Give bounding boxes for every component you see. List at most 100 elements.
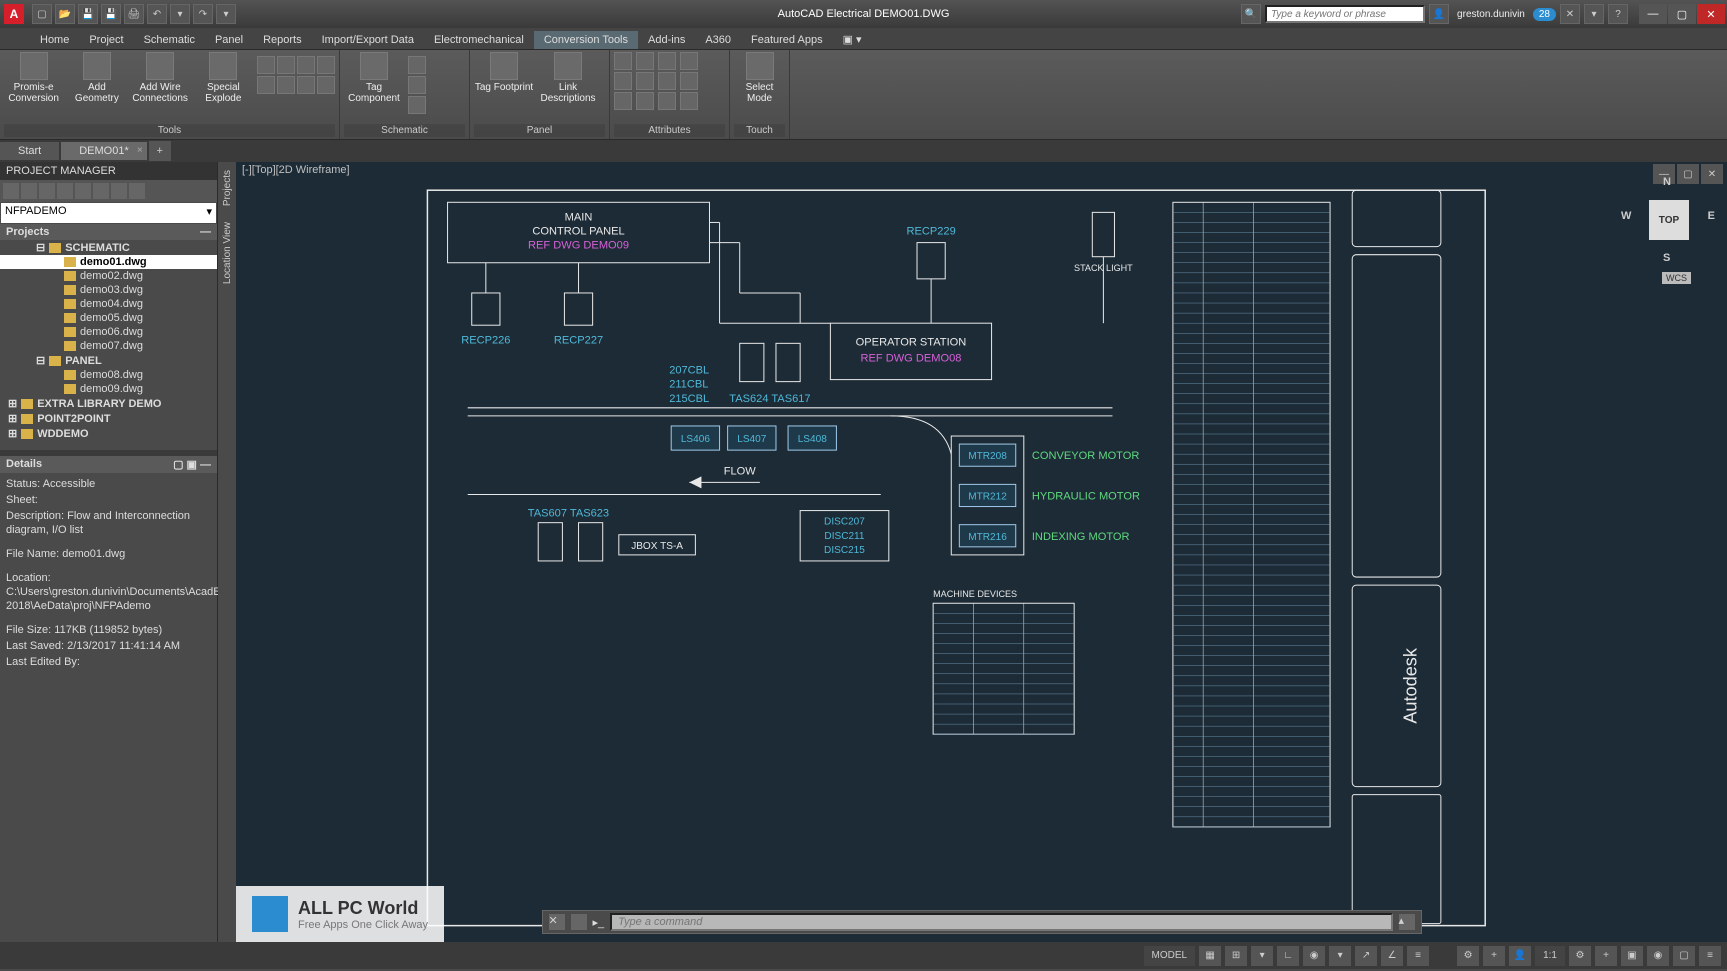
- add-wire-connections-button[interactable]: Add Wire Connections: [131, 52, 190, 104]
- pm-new-icon[interactable]: [3, 183, 19, 199]
- status-customize-icon[interactable]: ≡: [1699, 946, 1721, 966]
- tools-sm-1[interactable]: [257, 56, 275, 74]
- tab-reports[interactable]: Reports: [253, 31, 312, 49]
- infocenter-search-icon[interactable]: 🔍: [1241, 4, 1261, 24]
- status-ortho-icon[interactable]: ∟: [1277, 946, 1299, 966]
- doctab-close-icon[interactable]: ×: [137, 145, 143, 156]
- tree-file-demo02[interactable]: demo02.dwg: [0, 269, 217, 283]
- status-scale[interactable]: 1:1: [1535, 946, 1565, 966]
- qat-undo-icon[interactable]: ↶: [147, 4, 167, 24]
- cmd-close-icon[interactable]: ✕: [549, 914, 565, 930]
- attr-sm-6[interactable]: [636, 72, 654, 90]
- attr-sm-4[interactable]: [680, 52, 698, 70]
- status-lwt-icon[interactable]: ≡: [1407, 946, 1429, 966]
- stayconnected-icon[interactable]: ▾: [1584, 4, 1604, 24]
- maximize-button[interactable]: ▢: [1668, 4, 1696, 24]
- ribbon-expand-icon[interactable]: ▣ ▾: [833, 30, 872, 49]
- special-explode-button[interactable]: Special Explode: [194, 52, 253, 104]
- tree-file-demo04[interactable]: demo04.dwg: [0, 297, 217, 311]
- pm-tree[interactable]: ⊟ SCHEMATIC demo01.dwg demo02.dwg demo03…: [0, 240, 217, 450]
- attr-sm-5[interactable]: [614, 72, 632, 90]
- add-geometry-button[interactable]: Add Geometry: [67, 52, 126, 104]
- tree-file-demo01[interactable]: demo01.dwg: [0, 255, 217, 269]
- command-input[interactable]: [610, 913, 1392, 931]
- tag-footprint-button[interactable]: Tag Footprint: [474, 52, 534, 93]
- user-name[interactable]: greston.dunivin: [1453, 9, 1529, 20]
- help-icon[interactable]: ?: [1608, 4, 1628, 24]
- status-annomonitor-icon[interactable]: +: [1483, 946, 1505, 966]
- attr-sm-7[interactable]: [658, 72, 676, 90]
- tree-file-demo03[interactable]: demo03.dwg: [0, 283, 217, 297]
- app-icon[interactable]: A: [4, 4, 24, 24]
- schem-sm-3[interactable]: [408, 96, 426, 114]
- cube-e[interactable]: E: [1708, 210, 1715, 222]
- pm-zip-icon[interactable]: [75, 183, 91, 199]
- status-annoscale-icon[interactable]: 👤: [1509, 946, 1531, 966]
- doctab-demo01[interactable]: DEMO01*×: [61, 142, 147, 160]
- view-cube[interactable]: N S E W TOP: [1629, 180, 1709, 260]
- tree-extra-library[interactable]: ⊞ EXTRA LIBRARY DEMO: [0, 396, 217, 411]
- status-ws-icon[interactable]: ⚙: [1457, 946, 1479, 966]
- schem-sm-1[interactable]: [408, 56, 426, 74]
- status-snap-icon[interactable]: ⊞: [1225, 946, 1247, 966]
- status-hwaccel-icon[interactable]: ◉: [1647, 946, 1669, 966]
- signin-icon[interactable]: 👤: [1429, 4, 1449, 24]
- tools-sm-8[interactable]: [317, 76, 335, 94]
- status-isoviews-icon[interactable]: ▣: [1621, 946, 1643, 966]
- close-button[interactable]: ✕: [1697, 4, 1725, 24]
- pm-help-icon[interactable]: [129, 183, 145, 199]
- status-osnap-icon[interactable]: ▾: [1329, 946, 1351, 966]
- attr-sm-1[interactable]: [614, 52, 632, 70]
- attr-sm-9[interactable]: [614, 92, 632, 110]
- promise-conversion-button[interactable]: Promis-e Conversion: [4, 52, 63, 104]
- cube-w[interactable]: W: [1621, 210, 1631, 222]
- tree-point2point[interactable]: ⊞ POINT2POINT: [0, 411, 217, 426]
- attr-sm-3[interactable]: [658, 52, 676, 70]
- sidetab-location[interactable]: Location View: [222, 214, 233, 292]
- tab-schematic[interactable]: Schematic: [134, 31, 205, 49]
- pm-refresh-icon[interactable]: [39, 183, 55, 199]
- tab-conversiontools[interactable]: Conversion Tools: [534, 31, 638, 49]
- tools-sm-7[interactable]: [297, 76, 315, 94]
- pm-project-combo[interactable]: NFPADEMO▾: [1, 203, 216, 223]
- qat-redo-dd-icon[interactable]: ▾: [216, 4, 236, 24]
- exchange-icon[interactable]: ✕: [1560, 4, 1580, 24]
- attr-sm-8[interactable]: [680, 72, 698, 90]
- qat-saveall-icon[interactable]: 💾: [101, 4, 121, 24]
- tab-addins[interactable]: Add-ins: [638, 31, 695, 49]
- attr-sm-2[interactable]: [636, 52, 654, 70]
- wcs-badge[interactable]: WCS: [1662, 272, 1691, 284]
- tree-wddemo[interactable]: ⊞ WDDEMO: [0, 426, 217, 441]
- tab-project[interactable]: Project: [79, 31, 133, 49]
- schem-sm-2[interactable]: [408, 76, 426, 94]
- infocenter-search-input[interactable]: [1265, 5, 1425, 23]
- status-layout-icon[interactable]: ▾: [1251, 946, 1273, 966]
- status-gear-icon[interactable]: ⚙: [1569, 946, 1591, 966]
- tab-featuredapps[interactable]: Featured Apps: [741, 31, 833, 49]
- doctab-start[interactable]: Start: [0, 142, 59, 160]
- cmd-customize-icon[interactable]: [571, 914, 587, 930]
- select-mode-button[interactable]: Select Mode: [734, 52, 785, 104]
- cube-n[interactable]: N: [1663, 176, 1671, 188]
- qat-redo-icon[interactable]: ↷: [193, 4, 213, 24]
- tab-a360[interactable]: A360: [695, 31, 741, 49]
- pm-plot-icon[interactable]: [57, 183, 73, 199]
- qat-open-icon[interactable]: 📂: [55, 4, 75, 24]
- notification-badge[interactable]: 28: [1533, 8, 1556, 21]
- tab-panel[interactable]: Panel: [205, 31, 253, 49]
- qat-save-icon[interactable]: 💾: [78, 4, 98, 24]
- cmd-recent-icon[interactable]: ▴: [1399, 914, 1415, 930]
- status-polar-icon[interactable]: ◉: [1303, 946, 1325, 966]
- qat-undo-dd-icon[interactable]: ▾: [170, 4, 190, 24]
- status-plus-icon[interactable]: +: [1595, 946, 1617, 966]
- sidetab-projects[interactable]: Projects: [222, 162, 233, 214]
- tools-sm-4[interactable]: [317, 56, 335, 74]
- qat-plot-icon[interactable]: 🖨: [124, 4, 144, 24]
- pm-open-icon[interactable]: [21, 183, 37, 199]
- tree-file-demo07[interactable]: demo07.dwg: [0, 339, 217, 353]
- status-model[interactable]: MODEL: [1144, 946, 1196, 966]
- cube-top[interactable]: TOP: [1649, 200, 1689, 240]
- link-descriptions-button[interactable]: Link Descriptions: [538, 52, 598, 104]
- tab-electromechanical[interactable]: Electromechanical: [424, 31, 534, 49]
- tab-home[interactable]: Home: [30, 31, 79, 49]
